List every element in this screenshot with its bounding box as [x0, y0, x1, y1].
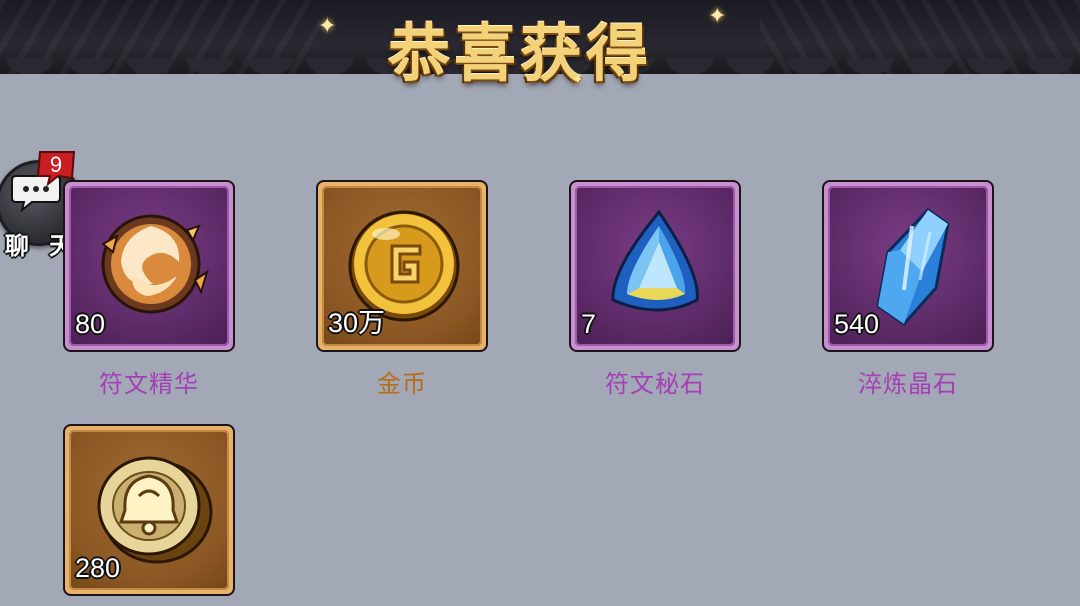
reward-item[interactable]: 80 符文精华: [63, 180, 239, 399]
item-name: 淬炼晶石: [858, 370, 958, 398]
notification-count: 9: [49, 152, 63, 177]
item-name: 符文秘石: [605, 370, 705, 398]
item-name: 金币: [377, 370, 427, 398]
reward-item[interactable]: 280: [63, 424, 239, 596]
item-card[interactable]: 30万: [316, 180, 488, 352]
item-quantity: 7: [581, 309, 597, 339]
sparkle-icon: ✦: [708, 4, 727, 29]
reward-item[interactable]: 30万 金币: [316, 180, 492, 399]
item-quantity: 280: [75, 553, 121, 583]
item-card[interactable]: 540: [822, 180, 994, 352]
item-card[interactable]: 80: [63, 180, 235, 352]
rune-secret-stone-icon: [611, 209, 699, 312]
item-quantity: 30万: [328, 308, 386, 338]
item-quantity: 540: [834, 309, 880, 339]
item-card[interactable]: 280: [63, 424, 235, 596]
reward-item[interactable]: 540 淬炼晶石: [822, 180, 998, 399]
item-card[interactable]: 7: [569, 180, 741, 352]
item-name: 符文精华: [99, 370, 199, 398]
sparkle-icon: ✦: [572, 72, 584, 88]
item-quantity: 80: [75, 309, 106, 339]
sparkle-icon: ✦: [318, 14, 337, 39]
title-container: 恭喜获得: [330, 0, 710, 96]
reward-item[interactable]: 7 符文秘石: [569, 180, 745, 399]
page-title: 恭喜获得: [387, 17, 652, 90]
